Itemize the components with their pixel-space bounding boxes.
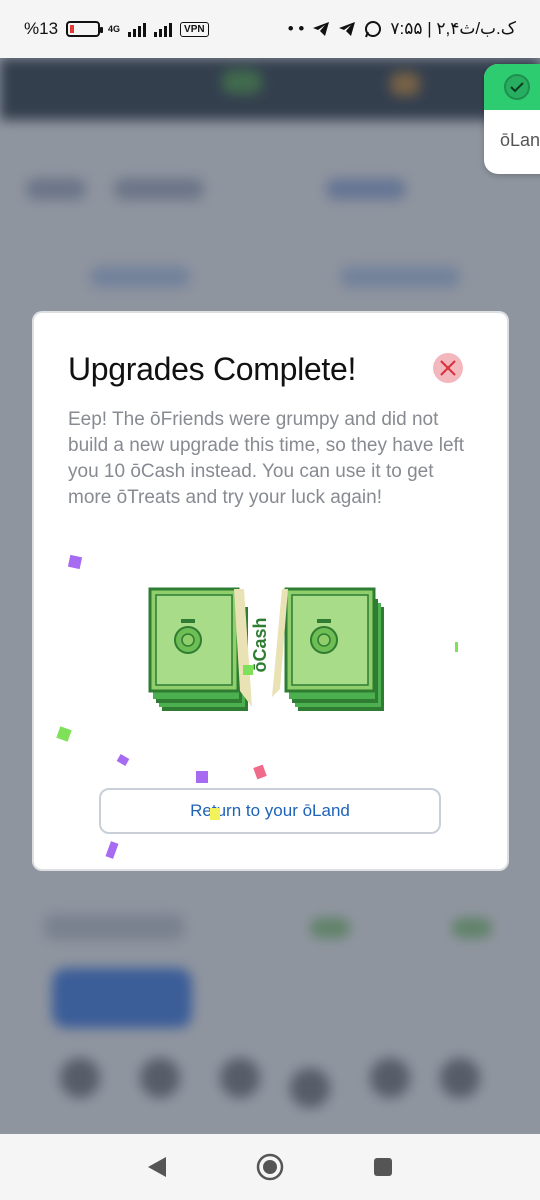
whatsapp-icon	[365, 21, 382, 38]
signal-icon-2	[154, 21, 173, 37]
telegram-icon-2	[339, 22, 356, 36]
confetti-9	[455, 642, 458, 652]
close-x-icon	[440, 360, 456, 376]
network-type: 4G	[108, 23, 121, 34]
status-bar: %13 4G VPN • • ۷:۵۵ | ۲,۴ک.ب/ث	[0, 0, 540, 58]
toast-header	[484, 64, 540, 110]
clock: ۷:۵۵ | ۲,۴ک.ب/ث	[390, 19, 516, 38]
home-circle-icon	[256, 1153, 284, 1181]
battery-icon	[66, 21, 104, 37]
return-to-oland-button[interactable]: Return to your ōLand	[99, 788, 441, 834]
confetti-4	[196, 771, 208, 783]
vpn-badge: VPN	[180, 21, 209, 37]
toast-text: ōLand	[500, 130, 540, 150]
success-toast[interactable]: ōLand	[484, 64, 540, 174]
upgrades-modal: Upgrades Complete! Eep! The ōFriends wer…	[34, 313, 507, 869]
notification-dots: • •	[287, 19, 305, 38]
left-bill-stack	[148, 587, 252, 711]
confetti-1	[67, 554, 83, 570]
close-button[interactable]	[433, 353, 463, 383]
modal-body: Eep! The ōFriends were grumpy and did no…	[68, 409, 465, 508]
navigation-bar	[0, 1134, 540, 1200]
nav-back-button[interactable]	[137, 1147, 177, 1187]
nav-home-button[interactable]	[250, 1147, 290, 1187]
confetti-8	[243, 665, 253, 675]
confetti-6	[210, 808, 220, 820]
signal-icon	[128, 21, 147, 37]
battery-percent: %13	[24, 19, 59, 38]
nav-recents-button[interactable]	[363, 1147, 403, 1187]
check-icon	[504, 74, 530, 100]
status-left: %13 4G VPN	[24, 19, 209, 39]
back-triangle-icon	[147, 1157, 166, 1177]
right-bill-stack	[272, 587, 384, 711]
modal-title: Upgrades Complete!	[68, 351, 357, 387]
ocash-label: ōCash	[250, 617, 270, 672]
recents-square-icon	[374, 1158, 393, 1176]
telegram-icon	[313, 22, 330, 36]
ocash-bills-illustration: ōCash	[148, 587, 384, 711]
status-right: • • ۷:۵۵ | ۲,۴ک.ب/ث	[288, 19, 516, 39]
